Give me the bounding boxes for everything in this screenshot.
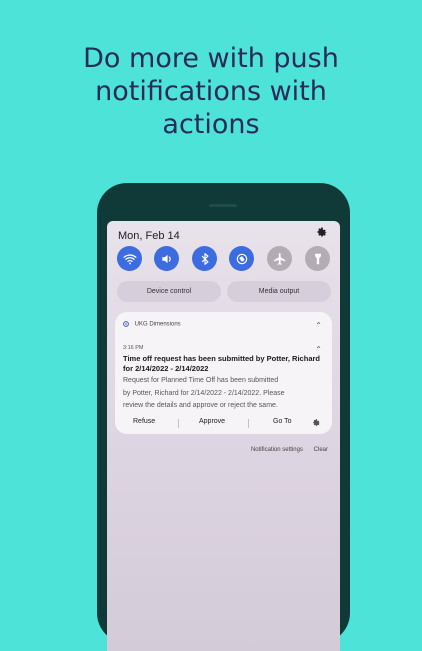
- airplane-toggle[interactable]: [267, 246, 292, 271]
- settings-gear-icon[interactable]: [316, 226, 328, 238]
- volume-icon: [161, 254, 171, 263]
- notification-body-line-3: review the details and approve or reject…: [123, 402, 278, 409]
- device-control-button[interactable]: Device control: [117, 281, 221, 302]
- expand-chevron-icon[interactable]: ⌃: [315, 345, 322, 354]
- headline-line-3: actions: [162, 109, 260, 140]
- phone-speaker: [209, 204, 237, 207]
- notification-body-line-1: Request for Planned Time Off has been su…: [123, 377, 279, 384]
- notification-settings-icon[interactable]: [312, 418, 321, 427]
- auto-rotate-icon: [236, 253, 247, 264]
- headline: Do more with push notifications with act…: [0, 42, 422, 141]
- airplane-icon: [273, 252, 285, 265]
- status-date: Mon, Feb 14: [118, 230, 180, 242]
- phone-screen: Mon, Feb 14 Device control Media output …: [107, 221, 340, 651]
- collapse-chevron-icon[interactable]: ⌃: [315, 321, 322, 330]
- notification-footer: Notification settings Clear: [242, 447, 328, 453]
- notification-app-name: UKG Dimensions: [134, 321, 181, 328]
- action-divider: [178, 419, 179, 428]
- clear-link[interactable]: Clear: [314, 447, 328, 453]
- wifi-toggle[interactable]: [117, 246, 142, 271]
- flashlight-icon: [314, 253, 321, 264]
- status-bar: Mon, Feb 14: [118, 226, 330, 242]
- notification-time: 3:16 PM: [123, 345, 144, 351]
- flashlight-toggle[interactable]: [305, 246, 330, 271]
- auto-rotate-toggle[interactable]: [229, 246, 254, 271]
- notification-title-line-2: for 2/14/2022 - 2/14/2022: [123, 363, 209, 373]
- sound-toggle[interactable]: [154, 246, 179, 271]
- notification-body-line-2: by Potter, Richard for 2/14/2022 - 2/14/…: [123, 389, 285, 397]
- notification-actions: Refuse Approve Go To: [115, 418, 332, 430]
- refuse-button[interactable]: Refuse: [133, 418, 155, 425]
- notification-body: Request for Planned Time Off has been su…: [123, 375, 328, 413]
- quick-settings-row: [117, 246, 330, 272]
- wifi-icon: [123, 253, 136, 264]
- media-output-button[interactable]: Media output: [227, 281, 331, 302]
- bluetooth-icon: [201, 252, 208, 265]
- go-to-button[interactable]: Go To: [273, 418, 292, 425]
- bluetooth-toggle[interactable]: [192, 246, 217, 271]
- approve-button[interactable]: Approve: [199, 418, 225, 425]
- notification-settings-link[interactable]: Notification settings: [251, 447, 303, 453]
- notification-title: Time off request has been submitted by P…: [123, 354, 328, 373]
- notification-card[interactable]: UKG Dimensions ⌃ 3:16 PM ⌃ Time off requ…: [115, 312, 332, 434]
- notification-title-line-1: Time off request has been submitted by P…: [123, 354, 320, 363]
- action-divider: [248, 419, 249, 428]
- headline-line-1: Do more with push: [83, 43, 339, 74]
- headline-line-2: notifications with: [95, 76, 327, 107]
- notification-app-row: UKG Dimensions ⌃: [123, 321, 322, 331]
- ukg-app-icon: [123, 321, 129, 327]
- phone-mockup: Mon, Feb 14 Device control Media output …: [97, 183, 350, 651]
